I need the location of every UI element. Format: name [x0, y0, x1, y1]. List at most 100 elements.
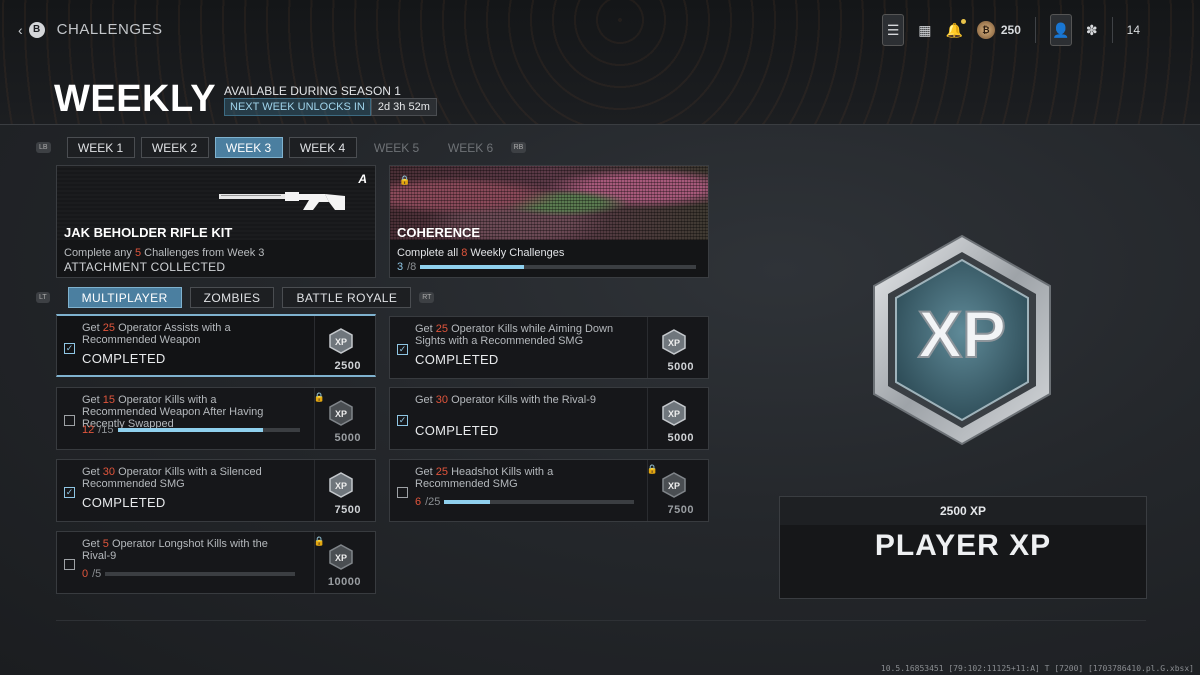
- rb-bumper-icon[interactable]: RB: [510, 142, 527, 153]
- xp-badge: XP: [662, 472, 686, 498]
- divider: [314, 460, 315, 521]
- challenge-text: Get 25 Operator Kills while Aiming Down …: [415, 323, 614, 347]
- xp-icon: XP: [329, 472, 353, 498]
- checkbox: [64, 559, 75, 570]
- weapon-reward-card[interactable]: A JAK BEHOLDER RIFLE KIT Complete any 5 …: [56, 165, 376, 278]
- social-icon: 👤: [1052, 21, 1070, 38]
- divider: [647, 460, 648, 521]
- xp-icon: XP: [662, 472, 686, 498]
- party-icon[interactable]: ✽: [1086, 22, 1098, 39]
- rt-trigger-icon[interactable]: RT: [419, 292, 435, 303]
- tab-week-4[interactable]: WEEK 4: [288, 137, 357, 158]
- progress-fill: [117, 428, 264, 432]
- challenge-status: COMPLETED: [415, 423, 499, 438]
- challenge-card[interactable]: Get 5 Operator Longshot Kills with the R…: [56, 531, 376, 594]
- xp-value: 2500: [334, 360, 361, 372]
- lock-icon: 🔒: [313, 392, 325, 402]
- build-info: 10.5.16853451 [79:102:11125+11:A] T [720…: [880, 664, 1194, 673]
- xp-badge: XP: [329, 472, 353, 498]
- challenge-text: Get 25 Operator Assists with a Recommend…: [82, 322, 231, 346]
- tab-week-5[interactable]: WEEK 5: [363, 137, 431, 158]
- lt-trigger-icon[interactable]: LT: [36, 292, 50, 303]
- social-button[interactable]: 👤: [1049, 14, 1072, 46]
- bell-icon[interactable]: 🔔: [945, 18, 966, 39]
- tab-zombies[interactable]: ZOMBIES: [189, 287, 275, 308]
- cod-points-value: 250: [1000, 23, 1021, 37]
- svg-text:XP: XP: [335, 337, 347, 347]
- challenge-text: Get 5 Operator Longshot Kills with the R…: [82, 538, 268, 562]
- xp-badge: XP: [662, 400, 686, 426]
- checkbox: [397, 487, 408, 498]
- lock-icon: 🔒: [313, 536, 325, 546]
- divider: [314, 316, 315, 375]
- svg-text:XP: XP: [668, 409, 680, 419]
- challenge-status: COMPLETED: [82, 495, 166, 510]
- lb-bumper-icon[interactable]: LB: [36, 142, 51, 153]
- checkbox: ✓: [64, 343, 75, 354]
- challenge-card[interactable]: Get 15 Operator Kills with a Recommended…: [56, 387, 376, 450]
- cod-points[interactable]: ₿ 250: [976, 21, 1021, 39]
- svg-text:XP: XP: [335, 409, 347, 419]
- challenge-card[interactable]: ✓ Get 30 Operator Kills with the Rival-9 C…: [389, 387, 709, 450]
- xp-value: 10000: [327, 576, 361, 588]
- menu-button[interactable]: ☰: [882, 14, 905, 46]
- xp-icon: XP: [329, 328, 353, 354]
- xp-icon: XP: [329, 544, 353, 570]
- tab-multiplayer[interactable]: MULTIPLAYER: [67, 287, 182, 308]
- challenge-card[interactable]: ✓ Get 25 Operator Assists with a Recommen…: [56, 314, 376, 377]
- brand-logo-icon: A: [358, 172, 367, 186]
- checkbox: ✓: [397, 415, 408, 426]
- xp-value: 7500: [334, 504, 361, 516]
- xp-badge: XP: [329, 400, 353, 426]
- back-button[interactable]: ‹ B CHALLENGES: [18, 21, 163, 38]
- progress-bar: [105, 572, 296, 576]
- svg-text:XP: XP: [335, 553, 347, 563]
- checkbox: ✓: [397, 344, 408, 355]
- reward-description: Complete any 5 Challenges from Week 3: [64, 247, 265, 259]
- svg-text:XP: XP: [335, 481, 347, 491]
- player-level: 14: [1126, 23, 1140, 37]
- svg-text:XP: XP: [668, 338, 680, 348]
- challenge-progress: 12/15: [82, 424, 300, 436]
- svg-text:XP: XP: [668, 481, 680, 491]
- unlock-countdown: 2d 3h 52m: [370, 98, 437, 116]
- reward-name: JAK BEHOLDER RIFLE KIT: [64, 225, 233, 240]
- camo-reward-card[interactable]: 🔒 COHERENCE Complete all 8 Weekly Challe…: [389, 165, 709, 278]
- challenge-card[interactable]: Get 25 Headshot Kills with a Recommended…: [389, 459, 709, 522]
- grid-icon[interactable]: ▦: [918, 22, 931, 39]
- page-title: CHALLENGES: [56, 21, 163, 38]
- reward-progress: 3/8: [397, 261, 697, 273]
- top-right-toolbar: ☰ ▦ 🔔 ₿ 250 👤 ✽ 14: [882, 14, 1140, 46]
- xp-badge-icon: XP: [873, 234, 1051, 446]
- challenge-text: Get 30 Operator Kills with the Rival-9: [415, 394, 596, 406]
- xp-badge: XP: [662, 329, 686, 355]
- chevron-left-icon: ‹: [18, 21, 23, 38]
- notification-dot: [960, 18, 966, 24]
- progress-fill: [420, 265, 524, 269]
- xp-icon: XP: [662, 329, 686, 355]
- tab-week-1[interactable]: WEEK 1: [66, 137, 135, 158]
- unlock-label: NEXT WEEK UNLOCKS IN: [224, 98, 371, 116]
- reward-description: Complete all 8 Weekly Challenges: [397, 247, 565, 259]
- checkbox: ✓: [64, 487, 75, 498]
- divider: [314, 388, 315, 449]
- challenge-text: Get 25 Headshot Kills with a Recommended…: [415, 466, 554, 490]
- tab-week-3[interactable]: WEEK 3: [214, 137, 283, 158]
- checkbox: [64, 415, 75, 426]
- challenge-card[interactable]: ✓ Get 30 Operator Kills with a Silenced R…: [56, 459, 376, 522]
- reward-type: PLAYER XP: [874, 529, 1052, 562]
- tab-battle-royale[interactable]: BATTLE ROYALE: [282, 287, 412, 308]
- xp-value: 7500: [667, 504, 694, 516]
- unlock-timer: NEXT WEEK UNLOCKS IN 2d 3h 52m: [224, 98, 437, 116]
- reward-name: COHERENCE: [397, 225, 481, 240]
- xp-icon: XP: [662, 400, 686, 426]
- divider: [1111, 17, 1113, 43]
- tab-week-6[interactable]: WEEK 6: [437, 137, 505, 158]
- tab-week-2[interactable]: WEEK 2: [140, 137, 209, 158]
- section-title: WEEKLY: [54, 78, 217, 120]
- challenge-status: COMPLETED: [415, 352, 499, 367]
- week-tabs: LB WEEK 1 WEEK 2 WEEK 3 WEEK 4 WEEK 5 WE…: [36, 137, 527, 158]
- challenge-card[interactable]: ✓ Get 25 Operator Kills while Aiming Down…: [389, 316, 709, 379]
- xp-value: 5000: [667, 361, 694, 373]
- challenge-status: COMPLETED: [82, 351, 166, 366]
